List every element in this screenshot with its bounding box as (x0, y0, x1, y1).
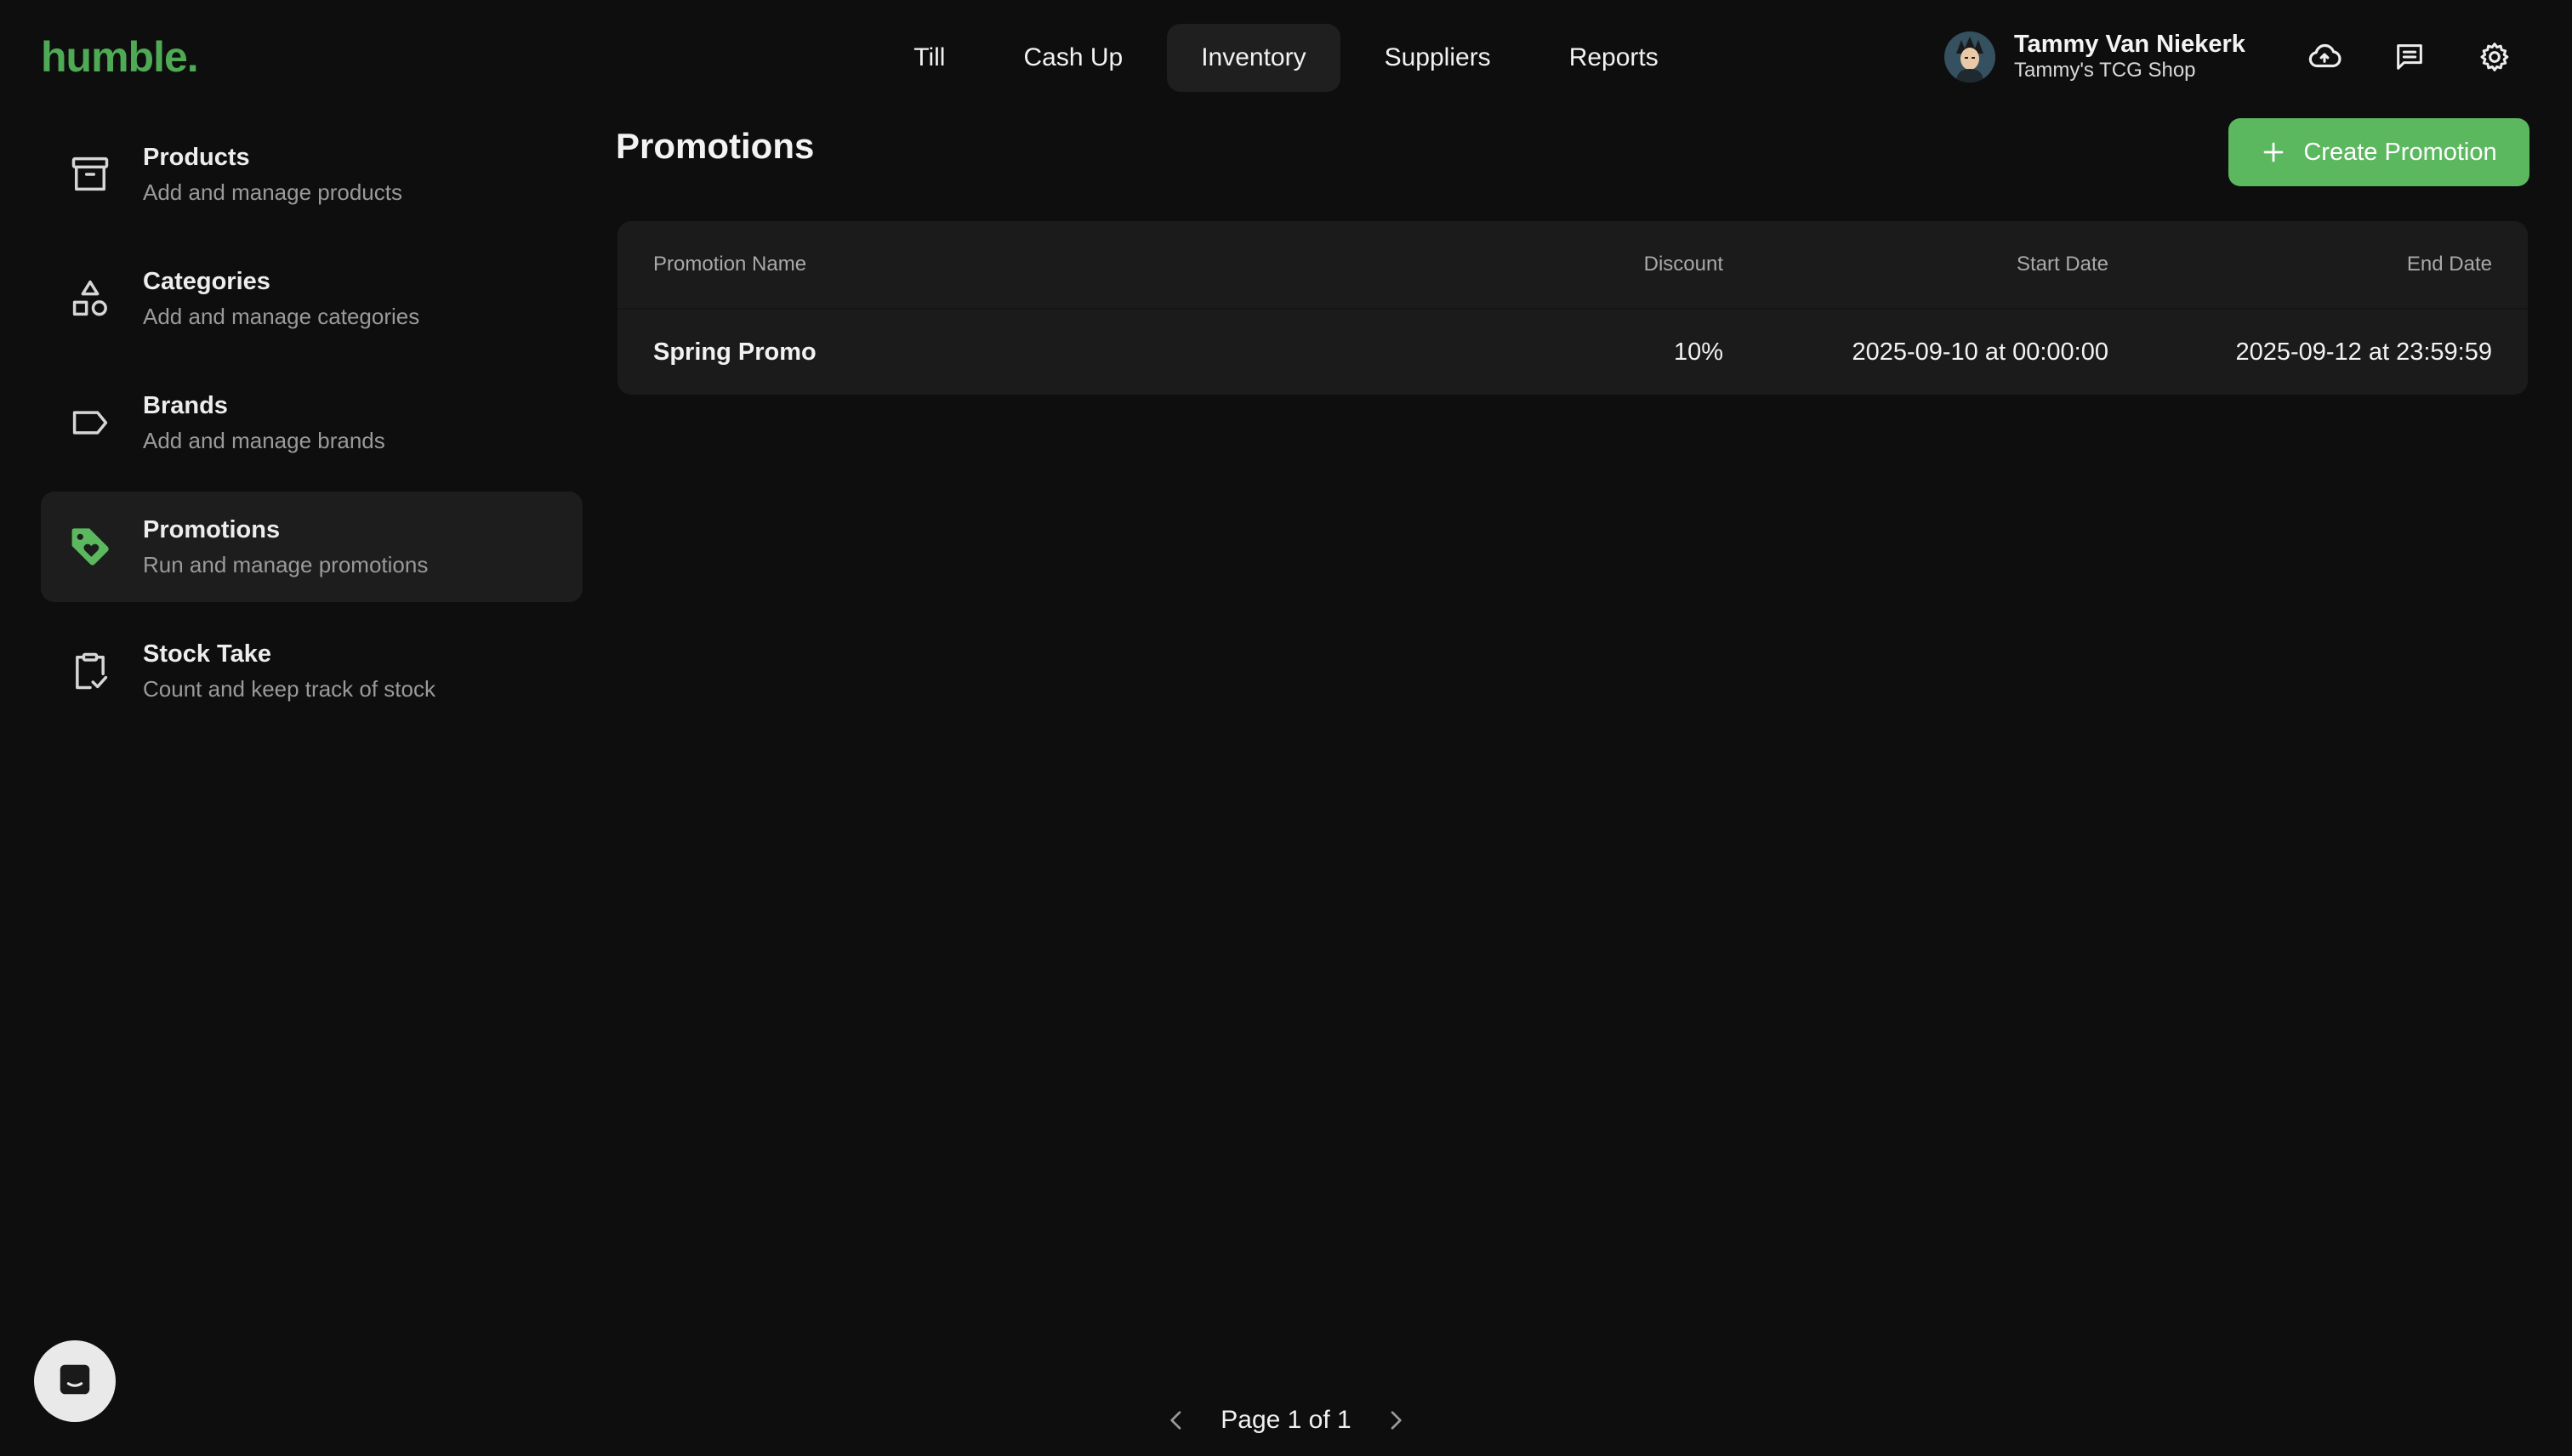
user-text: Tammy Van Niekerk Tammy's TCG Shop (2014, 31, 2245, 83)
start-date-cell: 2025-09-10 at 00:00:00 (1852, 338, 2108, 366)
end-date-cell: 2025-09-12 at 23:59:59 (2235, 338, 2492, 366)
cloud-upload-icon[interactable] (2305, 37, 2344, 77)
sidebar-item-text: Products Add and manage products (143, 141, 402, 208)
sidebar-item-title: Products (143, 144, 250, 171)
sidebar-item-stock-take[interactable]: Stock Take Count and keep track of stock (41, 616, 583, 726)
sidebar-item-subtitle: Count and keep track of stock (143, 676, 435, 702)
sidebar-item-subtitle: Run and manage promotions (143, 552, 429, 577)
column-header-end-date[interactable]: End Date (2108, 253, 2492, 276)
chat-launcher-button[interactable] (34, 1340, 116, 1422)
page-indicator: Page 1 of 1 (1221, 1406, 1351, 1434)
sidebar-item-text: Stock Take Count and keep track of stock (143, 638, 435, 704)
table-header: Promotion Name Discount Start Date End D… (617, 221, 2528, 310)
app-logo[interactable]: humble. (41, 32, 199, 82)
discount-cell: 10% (1673, 338, 1723, 366)
sidebar-item-title: Brands (143, 392, 228, 419)
tab-suppliers[interactable]: Suppliers (1351, 24, 1525, 92)
sidebar-item-brands[interactable]: Brands Add and manage brands (41, 367, 583, 478)
sidebar-item-categories[interactable]: Categories Add and manage categories (41, 243, 583, 354)
archive-box-icon (66, 151, 114, 198)
create-promotion-label: Create Promotion (2303, 138, 2497, 166)
sidebar-item-title: Stock Take (143, 640, 271, 668)
page-title: Promotions (616, 126, 815, 166)
next-page-button[interactable] (1379, 1403, 1413, 1437)
clipboard-check-icon (66, 647, 114, 695)
avatar[interactable] (1944, 31, 1995, 82)
user-shop: Tammy's TCG Shop (2014, 59, 2196, 82)
gear-icon[interactable] (2475, 37, 2514, 77)
tag-heart-icon (66, 523, 114, 571)
sidebar-item-subtitle: Add and manage categories (143, 304, 420, 329)
tab-cash-up[interactable]: Cash Up (989, 24, 1157, 92)
table-row[interactable]: Spring Promo 10% 2025-09-10 at 00:00:00 … (617, 310, 2528, 395)
pagination: Page 1 of 1 (0, 1403, 2572, 1437)
chat-icon (55, 1360, 94, 1403)
shapes-icon (66, 275, 114, 322)
promotion-name-cell: Spring Promo (653, 338, 817, 366)
plus-icon (2261, 139, 2286, 165)
tab-till[interactable]: Till (879, 24, 979, 92)
tab-inventory[interactable]: Inventory (1167, 24, 1340, 92)
create-promotion-button[interactable]: Create Promotion (2228, 118, 2529, 186)
sidebar: Products Add and manage products Categor… (41, 119, 583, 740)
sidebar-item-title: Promotions (143, 516, 281, 543)
sidebar-item-text: Categories Add and manage categories (143, 265, 419, 332)
sidebar-item-title: Categories (143, 268, 270, 295)
column-header-start-date[interactable]: Start Date (1723, 253, 2108, 276)
sidebar-item-promotions[interactable]: Promotions Run and manage promotions (41, 492, 583, 602)
sidebar-item-text: Promotions Run and manage promotions (143, 514, 428, 580)
user-name: Tammy Van Niekerk (2014, 31, 2245, 58)
promotions-table: Promotion Name Discount Start Date End D… (617, 221, 2528, 395)
column-header-promotion-name[interactable]: Promotion Name (653, 253, 1468, 276)
sidebar-item-subtitle: Add and manage products (143, 179, 402, 205)
user-profile[interactable]: Tammy Van Niekerk Tammy's TCG Shop (1944, 31, 2245, 83)
label-tag-icon (66, 399, 114, 446)
app-window: humble. Till Cash Up Inventory Suppliers… (0, 0, 2572, 1456)
tab-reports[interactable]: Reports (1535, 24, 1693, 92)
sidebar-item-subtitle: Add and manage brands (143, 428, 385, 453)
sidebar-item-products[interactable]: Products Add and manage products (41, 119, 583, 230)
sidebar-item-text: Brands Add and manage brands (143, 390, 385, 456)
message-icon[interactable] (2390, 37, 2429, 77)
previous-page-button[interactable] (1159, 1403, 1193, 1437)
column-header-discount[interactable]: Discount (1468, 253, 1723, 276)
